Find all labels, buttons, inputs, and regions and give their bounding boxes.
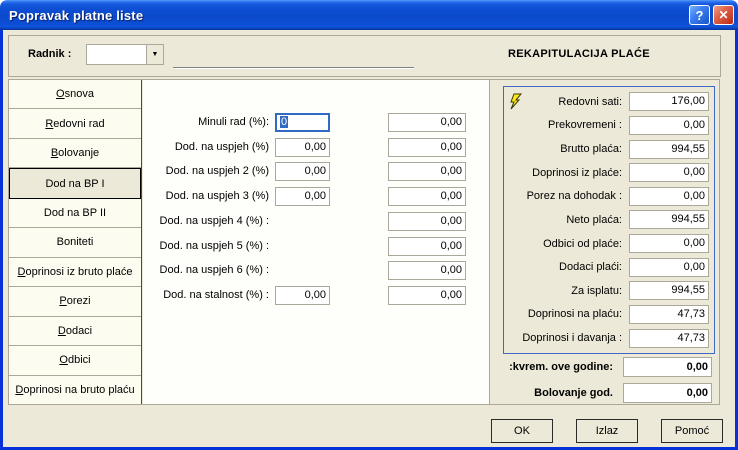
input-dod-na-uspjeh-2[interactable]: 0,00: [275, 162, 330, 181]
help-button[interactable]: ?: [689, 5, 710, 25]
recap-value-prekovremeni: 0,00: [629, 116, 709, 135]
form-label: Dod. na uspjeh 5 (%) :: [151, 237, 269, 256]
form-label: Dod. na uspjeh (%): [151, 138, 269, 157]
form-label: Dod. na stalnost (%) :: [151, 286, 269, 305]
recap-row-neto-placa: Neto plaća: 994,55: [509, 210, 709, 230]
recap-value-doprinosi-iz-place: 0,00: [629, 163, 709, 182]
input-dod-na-uspjeh[interactable]: 0,00: [275, 138, 330, 157]
recap-value-doprinosi-i-davanja: 47,73: [629, 329, 709, 348]
close-icon: ✕: [718, 9, 728, 21]
form-label: Minuli rad (%):: [151, 113, 269, 132]
recap-label: Porez na dohodak :: [527, 190, 622, 202]
header-panel: Radnik : ▼ REKAPITULACIJA PLAĆE: [8, 35, 721, 77]
recap-value-dodaci-placi: 0,00: [629, 258, 709, 277]
sidebar-item-osnova[interactable]: Osnova: [9, 80, 141, 109]
recap-label: Brutto plaća:: [560, 143, 622, 155]
form-row-dod-na-uspjeh: Dod. na uspjeh (%) 0,00 0,00: [143, 138, 489, 157]
value-dod-na-uspjeh-2: 0,00: [388, 162, 466, 181]
recap-label: Redovni sati:: [558, 96, 622, 108]
close-button[interactable]: ✕: [713, 5, 734, 25]
input-dod-na-stalnost[interactable]: 0,00: [275, 286, 330, 305]
value-dod-na-uspjeh-5: 0,00: [388, 237, 466, 256]
recap-row-doprinosi-iz-place: Doprinosi iz plaće: 0,00: [509, 163, 709, 183]
sidebar-item-odbici[interactable]: Odbici: [9, 346, 141, 375]
form-label: Dod. na uspjeh 2 (%): [151, 162, 269, 181]
radnik-name-line: [173, 67, 414, 68]
recap-label: Doprinosi iz plaće:: [532, 167, 622, 179]
form-row-dod-na-uspjeh-6: Dod. na uspjeh 6 (%) : 0,00: [143, 261, 489, 280]
recap-value-neto-placa: 994,55: [629, 210, 709, 229]
recap-value-brutto-placa: 994,55: [629, 140, 709, 159]
form-row-dod-na-stalnost: Dod. na stalnost (%) : 0,00 0,00: [143, 286, 489, 305]
recap-label: Dodaci plaći:: [559, 261, 622, 273]
ok-button[interactable]: OK: [491, 419, 553, 443]
sidebar-tabs: OsnovaRedovni radBolovanjeDod na BP IDod…: [9, 80, 142, 404]
recap-label: Odbici od plaće:: [543, 238, 622, 250]
recap-row-dodaci-placi: Dodaci plaći: 0,00: [509, 257, 709, 277]
value-dod-na-uspjeh-4: 0,00: [388, 212, 466, 231]
recap-row-odbici-od-place: Odbici od plaće: 0,00: [509, 234, 709, 254]
form-label: Dod. na uspjeh 4 (%) :: [151, 212, 269, 231]
recap-row-porez-na-dohodak: Porez na dohodak : 0,00: [509, 186, 709, 206]
value-minuli-rad: 0,00: [388, 113, 466, 132]
value-dod-na-uspjeh: 0,00: [388, 138, 466, 157]
title-bar[interactable]: Popravak platne liste ? ✕: [0, 0, 738, 30]
pomoc-button[interactable]: Pomoć: [661, 419, 723, 443]
sidebar-item-boniteti[interactable]: Boniteti: [9, 228, 141, 257]
recap-value-doprinosi-na-placu: 47,73: [629, 305, 709, 324]
sidebar-item-doprinosi-na-bruto-placu[interactable]: Doprinosi na bruto plaću: [9, 376, 141, 404]
value-dod-na-uspjeh-3: 0,00: [388, 187, 466, 206]
sidebar-item-dod-na-bp-ii[interactable]: Dod na BP II: [9, 199, 141, 228]
prekovremeno-godine-value: 0,00: [623, 357, 712, 377]
recap-label: Doprinosi i davanja :: [522, 332, 622, 344]
recap-value-porez-na-dohodak: 0,00: [629, 187, 709, 206]
form-row-dod-na-uspjeh-2: Dod. na uspjeh 2 (%) 0,00 0,00: [143, 162, 489, 181]
input-minuli-rad[interactable]: 0: [275, 113, 330, 132]
dialog-window: Popravak platne liste ? ✕ Radnik : ▼ REK…: [0, 0, 738, 450]
recap-row-doprinosi-na-placu: Doprinosi na plaću: 47,73: [509, 304, 709, 324]
form-panel: Minuli rad (%): 0 0,00 Dod. na uspjeh (%) 0,…: [143, 80, 490, 404]
recap-row-doprinosi-i-davanja: Doprinosi i davanja : 47,73: [509, 328, 709, 348]
sidebar-item-redovni-rad[interactable]: Redovni rad: [9, 109, 141, 138]
form-label: Dod. na uspjeh 3 (%): [151, 187, 269, 206]
recap-title: REKAPITULACIJA PLAĆE: [429, 48, 729, 60]
window-border-left: [0, 28, 3, 450]
recap-value-odbici-od-place: 0,00: [629, 234, 709, 253]
sidebar-item-dod-na-bp-i[interactable]: Dod na BP I: [9, 168, 141, 198]
recap-label: Neto plaća:: [566, 214, 622, 226]
sidebar-item-porezi[interactable]: Porezi: [9, 287, 141, 316]
recap-row-brutto-placa: Brutto plaća: 994,55: [509, 139, 709, 159]
sidebar-item-bolovanje[interactable]: Bolovanje: [9, 139, 141, 168]
window-title: Popravak platne liste: [0, 8, 143, 23]
recap-row-redovni-sati: Redovni sati: 176,00: [509, 92, 709, 112]
form-row-dod-na-uspjeh-4: Dod. na uspjeh 4 (%) : 0,00: [143, 212, 489, 231]
form-row-minuli-rad: Minuli rad (%): 0 0,00: [143, 113, 489, 132]
chevron-down-icon[interactable]: ▼: [146, 45, 163, 64]
radnik-combo-value: [87, 45, 146, 64]
bolovanje-god-label: Bolovanje god.: [478, 383, 613, 403]
bolovanje-god-value: 0,00: [623, 383, 712, 403]
help-icon: ?: [696, 9, 704, 22]
izlaz-button[interactable]: Izlaz: [576, 419, 638, 443]
recap-label: Doprinosi na plaću:: [528, 308, 622, 320]
lightning-icon: [508, 93, 523, 110]
form-row-dod-na-uspjeh-3: Dod. na uspjeh 3 (%) 0,00 0,00: [143, 187, 489, 206]
value-dod-na-uspjeh-6: 0,00: [388, 261, 466, 280]
recap-row-za-isplatu: Za isplatu: 994,55: [509, 281, 709, 301]
sidebar-item-dodaci[interactable]: Dodaci: [9, 317, 141, 346]
value-dod-na-stalnost: 0,00: [388, 286, 466, 305]
recap-label: Za isplatu:: [571, 285, 622, 297]
recap-panel: Redovni sati: 176,00 Prekovremeni : 0,00 Bru…: [503, 86, 715, 354]
form-label: Dod. na uspjeh 6 (%) :: [151, 261, 269, 280]
radnik-label: Radnik :: [28, 48, 71, 60]
form-row-dod-na-uspjeh-5: Dod. na uspjeh 5 (%) : 0,00: [143, 237, 489, 256]
input-dod-na-uspjeh-3[interactable]: 0,00: [275, 187, 330, 206]
radnik-combobox[interactable]: ▼: [86, 44, 164, 65]
prekovremeno-godine-label: :kvrem. ove godine:: [478, 357, 613, 377]
recap-row-prekovremeni: Prekovremeni : 0,00: [509, 115, 709, 135]
sidebar-item-doprinosi-iz-bruto-place[interactable]: Doprinosi iz bruto plaće: [9, 258, 141, 287]
recap-label: Prekovremeni :: [548, 119, 622, 131]
recap-value-za-isplatu: 994,55: [629, 281, 709, 300]
recap-value-redovni-sati: 176,00: [629, 92, 709, 111]
